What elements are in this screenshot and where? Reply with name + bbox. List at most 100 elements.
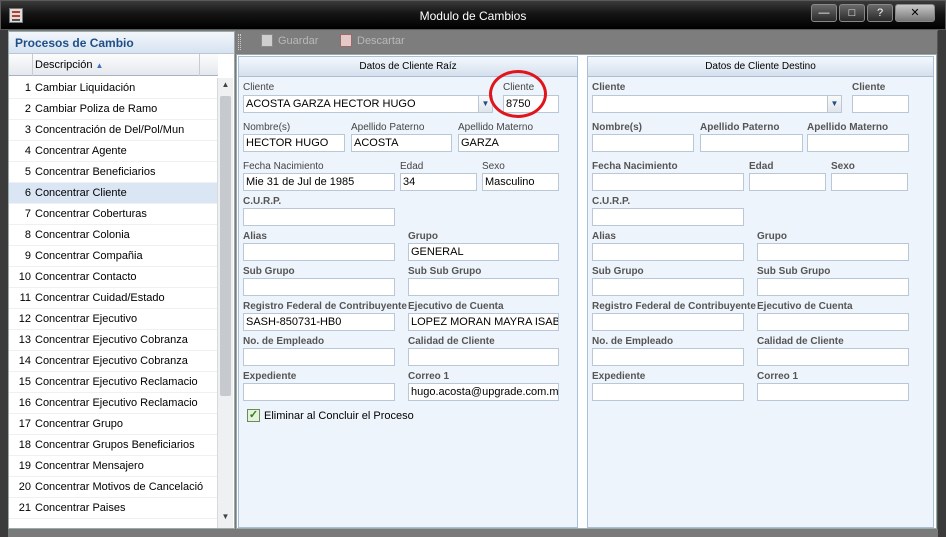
list-item-label: Concentrar Cliente <box>35 187 127 199</box>
scroll-up-icon[interactable]: ▲ <box>218 80 233 94</box>
target-cliente-id-label: Cliente <box>852 82 886 93</box>
discard-button[interactable]: Descartar <box>340 34 405 47</box>
target-curp-field[interactable] <box>592 208 744 226</box>
list-item-label: Concentrar Ejecutivo Cobranza <box>35 334 188 346</box>
empleado-field[interactable] <box>243 348 395 366</box>
target-grupo-field[interactable] <box>757 243 909 261</box>
target-edad-field[interactable] <box>749 173 826 191</box>
list-item[interactable]: 17 Concentrar Grupo <box>9 414 218 435</box>
sexo-field[interactable]: Masculino <box>482 173 559 191</box>
target-expediente-label: Expediente <box>592 371 646 382</box>
list-item[interactable]: 8 Concentrar Colonia <box>9 225 218 246</box>
list-item[interactable]: 12 Concentrar Ejecutivo <box>9 309 218 330</box>
expediente-field[interactable] <box>243 383 395 401</box>
ap-materno-field[interactable]: GARZA <box>458 134 559 152</box>
minimize-button[interactable]: — <box>811 4 837 22</box>
list-item-label: Concentrar Contacto <box>35 271 137 283</box>
fecha-field[interactable]: Mie 31 de Jul de 1985 <box>243 173 395 191</box>
calidad-field[interactable] <box>408 348 559 366</box>
help-button[interactable]: ? <box>867 4 893 22</box>
row-number-header <box>9 54 33 76</box>
target-empleado-field[interactable] <box>592 348 744 366</box>
eliminar-label: Eliminar al Concluir el Proceso <box>264 410 414 422</box>
list-item[interactable]: 2 Cambiar Poliza de Ramo <box>9 99 218 120</box>
list-item[interactable]: 3 Concentración de Del/Pol/Mun <box>9 120 218 141</box>
cliente-combo[interactable]: ACOSTA GARZA HECTOR HUGO ▼ <box>243 95 493 113</box>
list-item[interactable]: 4 Concentrar Agente <box>9 141 218 162</box>
target-alias-field[interactable] <box>592 243 744 261</box>
eliminar-checkbox[interactable]: ✓ <box>247 409 260 422</box>
sexo-label: Sexo <box>482 161 505 172</box>
list-item[interactable]: 15 Concentrar Ejecutivo Reclamacio <box>9 372 218 393</box>
list-item-number: 11 <box>19 292 31 304</box>
process-list-panel: Procesos de Cambio Descripción ▲ 1 Cambia… <box>8 31 235 529</box>
subgrupo-field[interactable] <box>243 278 395 296</box>
list-item[interactable]: 18 Concentrar Grupos Beneficiarios <box>9 435 218 456</box>
target-edad-label: Edad <box>749 161 774 172</box>
ejecutivo-field[interactable]: LOPEZ MORAN MAYRA ISABEL <box>408 313 559 331</box>
list-item[interactable]: 5 Concentrar Beneficiarios <box>9 162 218 183</box>
grupo-field[interactable]: GENERAL <box>408 243 559 261</box>
target-sexo-field[interactable] <box>831 173 908 191</box>
source-client-panel: Datos de Cliente Raíz Cliente ACOSTA GAR… <box>238 56 578 528</box>
target-ap-paterno-field[interactable] <box>700 134 803 152</box>
target-cliente-combo[interactable]: ▼ <box>592 95 842 113</box>
list-item[interactable]: 16 Concentrar Ejecutivo Reclamacio <box>9 393 218 414</box>
correo-field[interactable]: hugo.acosta@upgrade.com.mx <box>408 383 559 401</box>
maximize-button[interactable]: □ <box>839 4 865 22</box>
list-item-number: 7 <box>24 208 31 220</box>
list-item[interactable]: 14 Concentrar Ejecutivo Cobranza <box>9 351 218 372</box>
target-calidad-field[interactable] <box>757 348 909 366</box>
fecha-label: Fecha Nacimiento <box>243 161 324 172</box>
target-cliente-label: Cliente <box>592 82 626 93</box>
target-nombres-field[interactable] <box>592 134 694 152</box>
target-cliente-id-field[interactable] <box>852 95 909 113</box>
list-item-number: 1 <box>24 82 31 94</box>
target-ejecutivo-field[interactable] <box>757 313 909 331</box>
list-item[interactable]: 19 Concentrar Mensajero <box>9 456 218 477</box>
list-item-label: Concentrar Ejecutivo Cobranza <box>35 355 188 367</box>
column-divider <box>199 54 200 76</box>
target-subsubgrupo-field[interactable] <box>757 278 909 296</box>
list-item[interactable]: 21 Concentrar Paises <box>9 498 218 519</box>
process-list-scrollbar[interactable]: ▲ ▼ <box>217 78 233 528</box>
window-titlebar[interactable]: Modulo de Cambios — □ ? ✕ <box>0 0 946 30</box>
target-subgrupo-field[interactable] <box>592 278 744 296</box>
rfc-field[interactable]: SASH-850731-HB0 <box>243 313 395 331</box>
ap-paterno-field[interactable]: ACOSTA <box>351 134 452 152</box>
curp-field[interactable] <box>243 208 395 226</box>
list-item[interactable]: 6 Concentrar Cliente <box>9 183 218 204</box>
nombres-label: Nombre(s) <box>243 122 291 133</box>
target-client-panel: Datos de Cliente Destino Cliente ▼ Clien… <box>587 56 934 528</box>
list-item[interactable]: 13 Concentrar Ejecutivo Cobranza <box>9 330 218 351</box>
edad-field[interactable]: 34 <box>400 173 477 191</box>
save-button[interactable]: Guardar <box>261 34 318 47</box>
list-item[interactable]: 7 Concentrar Coberturas <box>9 204 218 225</box>
window-right-edge <box>937 31 938 529</box>
list-item[interactable]: 20 Concentrar Motivos de Cancelació <box>9 477 218 498</box>
list-item-label: Concentrar Grupo <box>35 418 124 430</box>
save-icon <box>261 34 273 47</box>
target-rfc-field[interactable] <box>592 313 744 331</box>
subsubgrupo-field[interactable] <box>408 278 559 296</box>
list-item[interactable]: 1 Cambiar Liquidación <box>9 78 218 99</box>
scroll-down-icon[interactable]: ▼ <box>218 512 233 526</box>
target-ap-materno-field[interactable] <box>807 134 909 152</box>
alias-field[interactable] <box>243 243 395 261</box>
nombres-field[interactable]: HECTOR HUGO <box>243 134 345 152</box>
list-item[interactable]: 9 Concentrar Compañia <box>9 246 218 267</box>
close-button[interactable]: ✕ <box>895 4 935 22</box>
cliente-value: ACOSTA GARZA HECTOR HUGO <box>246 98 416 110</box>
target-correo-field[interactable] <box>757 383 909 401</box>
chevron-down-icon[interactable]: ▼ <box>827 96 841 112</box>
scroll-thumb[interactable] <box>220 96 231 396</box>
target-expediente-field[interactable] <box>592 383 744 401</box>
ap-materno-label: Apellido Materno <box>458 122 534 133</box>
list-item[interactable]: 10 Concentrar Contacto <box>9 267 218 288</box>
target-fecha-field[interactable] <box>592 173 744 191</box>
calidad-label: Calidad de Cliente <box>408 336 495 347</box>
description-header[interactable]: Descripción ▲ <box>35 59 103 71</box>
process-list-column-header[interactable]: Descripción ▲ <box>9 54 218 76</box>
toolbar-grip[interactable] <box>238 34 241 50</box>
list-item[interactable]: 11 Concentrar Cuidad/Estado <box>9 288 218 309</box>
